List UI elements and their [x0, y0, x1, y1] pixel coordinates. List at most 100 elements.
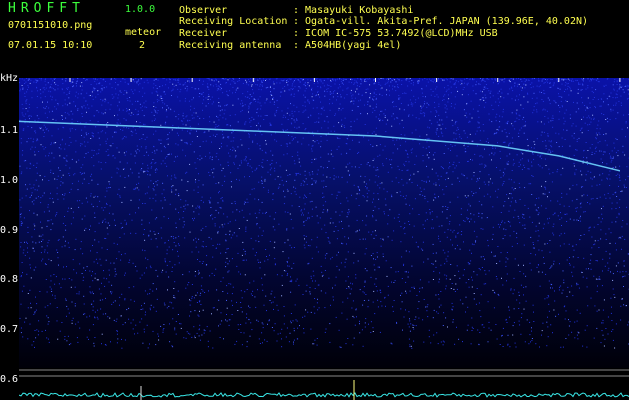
- noise-dot: [448, 223, 450, 225]
- noise-dot: [307, 116, 309, 118]
- noise-dot: [116, 122, 118, 124]
- noise-dot: [571, 331, 573, 333]
- noise-dot: [368, 139, 370, 141]
- noise-dot: [85, 197, 87, 199]
- noise-dot: [500, 212, 502, 213]
- noise-dot: [450, 92, 452, 94]
- noise-dot: [265, 143, 267, 145]
- noise-dot: [34, 228, 35, 230]
- noise-dot: [31, 127, 33, 129]
- noise-dot: [33, 269, 35, 271]
- noise-dot: [257, 78, 259, 80]
- noise-dot: [200, 292, 202, 294]
- noise-dot: [92, 293, 94, 295]
- noise-dot: [369, 95, 371, 97]
- noise-dot: [372, 216, 374, 218]
- noise-dot: [147, 347, 149, 349]
- noise-dot: [366, 187, 368, 189]
- noise-dot: [61, 115, 63, 116]
- noise-dot: [91, 179, 93, 181]
- noise-dot: [601, 213, 603, 215]
- noise-dot: [432, 252, 434, 254]
- noise-dot: [448, 167, 450, 169]
- noise-dot: [248, 118, 250, 120]
- noise-dot: [234, 203, 236, 205]
- noise-dot: [221, 130, 223, 132]
- noise-dot: [488, 321, 490, 323]
- noise-dot: [404, 198, 406, 200]
- noise-dot: [396, 192, 398, 194]
- noise-dot: [160, 163, 162, 165]
- noise-dot: [237, 167, 239, 169]
- noise-dot: [226, 145, 228, 147]
- noise-dot: [481, 163, 483, 165]
- noise-dot: [203, 201, 204, 203]
- noise-dot: [575, 79, 577, 81]
- noise-dot: [425, 306, 427, 308]
- noise-dot: [216, 289, 218, 291]
- noise-dot: [119, 161, 121, 163]
- noise-dot: [49, 160, 51, 162]
- noise-dot: [539, 285, 541, 287]
- noise-dot: [445, 111, 447, 113]
- noise-dot: [541, 271, 543, 273]
- noise-dot: [114, 131, 116, 133]
- noise-dot: [520, 104, 522, 106]
- noise-dot: [215, 247, 217, 249]
- noise-dot: [354, 79, 356, 81]
- noise-dot: [508, 79, 510, 81]
- noise-dot: [61, 246, 63, 248]
- noise-dot: [338, 146, 340, 148]
- noise-dot: [180, 139, 182, 141]
- noise-dot: [618, 88, 620, 90]
- noise-dot: [308, 144, 310, 146]
- noise-dot: [496, 196, 498, 198]
- noise-dot: [372, 327, 374, 329]
- noise-dot: [615, 93, 617, 95]
- noise-dot: [90, 84, 92, 85]
- noise-dot: [442, 99, 443, 101]
- noise-dot: [88, 107, 90, 109]
- noise-dot: [585, 142, 587, 143]
- noise-dot: [337, 96, 339, 98]
- noise-dot: [256, 143, 258, 145]
- noise-dot: [185, 116, 187, 118]
- noise-dot: [60, 181, 62, 183]
- noise-dot: [527, 207, 529, 209]
- noise-dot: [40, 127, 42, 129]
- noise-dot: [446, 217, 448, 219]
- noise-dot: [232, 211, 234, 213]
- noise-dot: [160, 200, 162, 202]
- noise-dot: [27, 307, 29, 309]
- noise-dot: [283, 270, 285, 272]
- noise-dot: [88, 95, 90, 97]
- noise-dot: [149, 293, 151, 295]
- noise-dot: [487, 301, 489, 303]
- noise-dot: [229, 125, 231, 127]
- noise-dot: [178, 212, 179, 214]
- noise-dot: [164, 147, 166, 149]
- noise-dot: [374, 181, 376, 183]
- noise-dot: [315, 182, 317, 184]
- noise-dot: [569, 117, 571, 119]
- noise-dot: [230, 140, 232, 142]
- noise-dot: [392, 310, 394, 312]
- noise-dot: [457, 81, 459, 83]
- noise-dot: [406, 78, 408, 80]
- noise-dot: [336, 92, 338, 94]
- noise-dot: [564, 232, 566, 234]
- noise-dot: [130, 130, 132, 132]
- noise-dot: [251, 167, 253, 169]
- noise-dot: [558, 289, 560, 291]
- noise-dot: [323, 167, 324, 169]
- noise-dot: [172, 346, 174, 348]
- noise-dot: [623, 265, 625, 267]
- noise-dot: [184, 208, 186, 210]
- noise-dot: [75, 91, 77, 93]
- noise-dot: [373, 166, 375, 168]
- noise-dot: [215, 156, 217, 158]
- noise-dot: [106, 86, 108, 88]
- noise-dot: [172, 307, 174, 309]
- noise-dot: [291, 118, 293, 120]
- noise-dot: [375, 94, 377, 96]
